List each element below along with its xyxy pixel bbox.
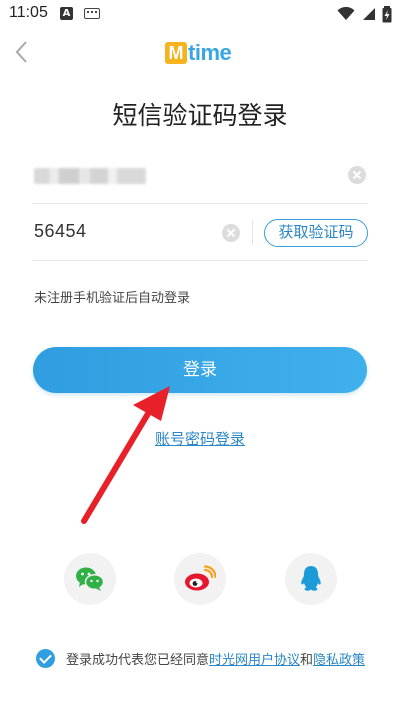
logo-m: M: [165, 42, 187, 64]
agreement-prefix: 登录成功代表您已经同意: [66, 652, 210, 668]
wechat-icon: [76, 567, 105, 591]
clear-phone-icon[interactable]: [348, 166, 366, 184]
phone-number-input[interactable]: [34, 168, 146, 184]
page-title: 短信验证码登录: [112, 101, 288, 130]
chevron-left-icon: [15, 41, 27, 63]
auto-register-hint: 未注册手机验证后自动登录: [34, 291, 191, 306]
agreement-checkbox[interactable]: [36, 648, 55, 668]
weibo-login-button[interactable]: [174, 553, 226, 605]
wechat-login-button[interactable]: [64, 553, 116, 605]
privacy-policy-link[interactable]: 隐私政策: [313, 653, 365, 668]
password-login-row: 账号密码登录: [0, 428, 400, 449]
back-button[interactable]: [10, 38, 34, 66]
keyboard-icon: [84, 8, 100, 19]
qq-icon: [301, 566, 321, 591]
verification-code-input[interactable]: 56454: [34, 221, 87, 242]
code-field-row: 56454 获取验证码: [32, 205, 368, 261]
logo-text: time: [188, 40, 232, 65]
login-button[interactable]: 登录: [33, 347, 367, 393]
status-bar: 11:05 A: [0, 0, 400, 28]
weibo-icon: [185, 565, 216, 591]
qq-login-button[interactable]: [285, 553, 337, 605]
password-login-link[interactable]: 账号密码登录: [155, 430, 245, 448]
agreement-row: 登录成功代表您已经同意时光网用户协议和隐私政策: [36, 647, 365, 669]
status-time: 11:05: [9, 4, 48, 21]
signal-icon: [363, 8, 375, 20]
status-icons: [337, 4, 392, 24]
accessibility-notification-icon: A: [60, 7, 73, 20]
battery-icon: [382, 5, 392, 22]
user-agreement-link[interactable]: 时光网用户协议: [209, 653, 300, 668]
get-code-button[interactable]: 获取验证码: [264, 219, 368, 247]
agreement-text: 登录成功代表您已经同意时光网用户协议和隐私政策: [66, 649, 365, 668]
wifi-icon: [337, 7, 355, 20]
agreement-joiner: 和: [300, 652, 314, 668]
phone-field-row: [32, 148, 368, 204]
clear-code-icon[interactable]: [222, 224, 240, 242]
field-divider: [252, 221, 253, 245]
mtime-logo: M time: [165, 40, 232, 66]
